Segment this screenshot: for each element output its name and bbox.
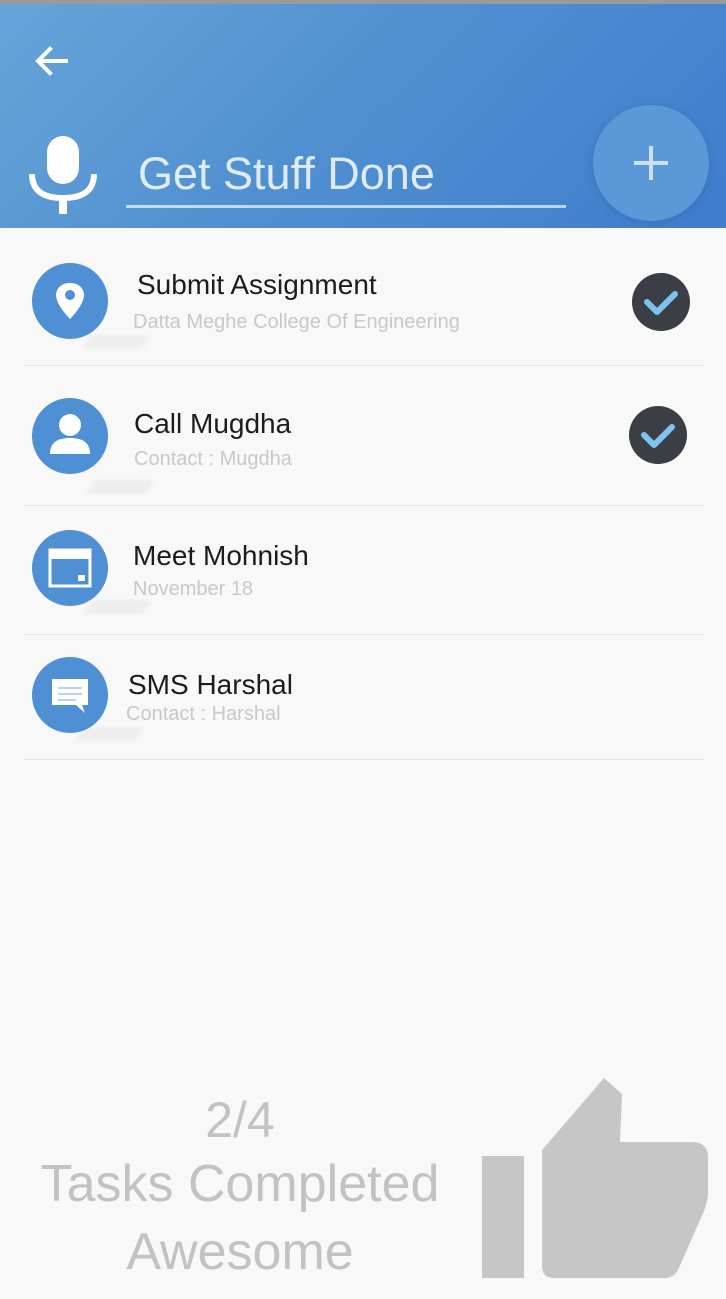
task-subtitle: Contact : Mugdha <box>134 448 292 470</box>
task-title: Meet Mohnish <box>133 540 309 571</box>
task-title: Call Mugdha <box>134 408 292 439</box>
checkmark-icon <box>644 291 678 315</box>
task-item-sms-harshal[interactable]: SMS Harshal Contact : Harshal <box>0 635 726 759</box>
add-task-button[interactable] <box>593 105 709 221</box>
message-icon <box>52 679 88 713</box>
praise-text: Awesome <box>126 1223 354 1281</box>
task-complete-toggle[interactable] <box>632 273 690 331</box>
completion-summary: 2/4 Tasks Completed Awesome <box>30 1090 450 1286</box>
completed-count: 2/4 <box>205 1092 275 1148</box>
task-item-call-mugdha[interactable]: Call Mugdha Contact : Mugdha <box>0 366 726 504</box>
back-button[interactable] <box>30 40 74 84</box>
task-icon-badge <box>32 657 108 733</box>
arrow-left-icon <box>35 46 68 76</box>
completed-label: Tasks Completed <box>40 1155 440 1213</box>
task-icon-badge <box>32 263 108 339</box>
person-icon <box>50 414 90 454</box>
task-icon-badge <box>32 530 108 606</box>
task-complete-toggle[interactable] <box>629 406 687 464</box>
calendar-icon <box>48 548 92 588</box>
checkmark-icon <box>641 424 675 448</box>
app-header <box>0 4 726 228</box>
task-title: Submit Assignment <box>137 269 377 300</box>
task-item-meet-mohnish[interactable]: Meet Mohnish November 18 <box>0 506 726 634</box>
icon-shadow <box>85 480 155 494</box>
task-subtitle: Contact : Harshal <box>126 703 281 725</box>
task-title: SMS Harshal <box>128 669 293 700</box>
task-item-submit-assignment[interactable]: Submit Assignment Datta Meghe College Of… <box>0 229 726 365</box>
task-title-input[interactable] <box>126 142 566 208</box>
task-subtitle: November 18 <box>133 578 254 600</box>
task-subtitle: Datta Meghe College Of Engineering <box>133 311 460 333</box>
microphone-icon <box>29 136 97 214</box>
thumbs-up-icon <box>482 1072 712 1282</box>
location-pin-icon <box>56 283 84 319</box>
plus-icon <box>634 146 668 180</box>
voice-input-button[interactable] <box>26 134 100 218</box>
divider <box>24 759 704 760</box>
task-icon-badge <box>32 398 108 474</box>
